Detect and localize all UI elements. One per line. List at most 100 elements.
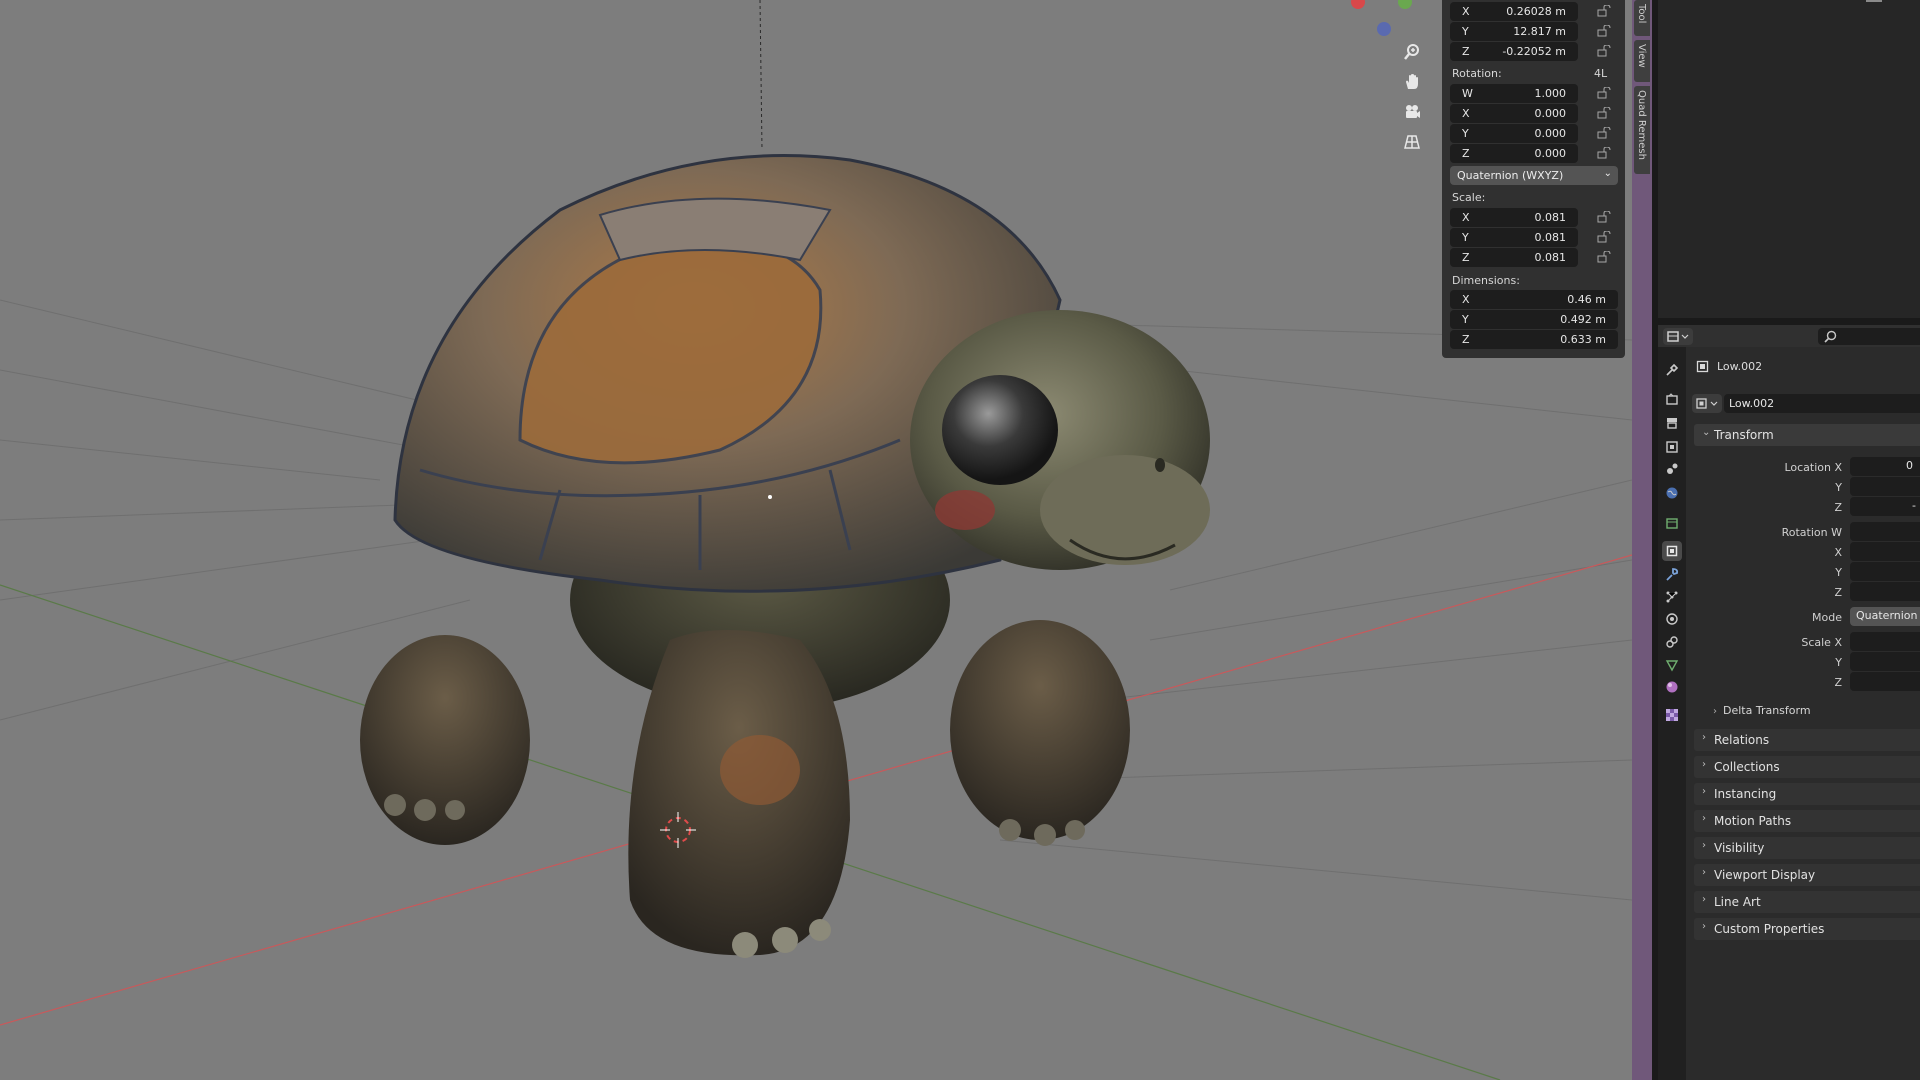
3d-viewport[interactable]: X 0.26028 m Y 12.817 m Z -0.22052 m Rotatio… bbox=[0, 0, 1632, 1080]
tool-tab-icon[interactable] bbox=[1662, 360, 1682, 380]
world-tab-icon[interactable] bbox=[1662, 483, 1682, 503]
object-tab-icon[interactable] bbox=[1662, 541, 1682, 561]
location-x-input[interactable]: 0 bbox=[1850, 457, 1920, 476]
blender-window: X 0.26028 m Y 12.817 m Z -0.22052 m Rotatio… bbox=[0, 0, 1920, 1080]
rotation-label: Rotation: bbox=[1452, 67, 1502, 80]
tab-tool[interactable]: Tool bbox=[1634, 0, 1650, 36]
chevron-right-icon: › bbox=[1702, 840, 1706, 851]
zoom-icon[interactable] bbox=[1400, 40, 1424, 64]
lock-icon[interactable] bbox=[1597, 147, 1611, 159]
lock-icon[interactable] bbox=[1597, 87, 1611, 99]
scale-z-field[interactable]: Z 0.081 bbox=[1450, 248, 1578, 267]
rotation-z-input[interactable] bbox=[1850, 582, 1920, 601]
lock-icon[interactable] bbox=[1597, 211, 1611, 223]
object-name-field[interactable]: Low.002 bbox=[1724, 394, 1920, 413]
lock-icon[interactable] bbox=[1597, 5, 1611, 17]
search-icon bbox=[1824, 330, 1837, 343]
delta-transform-subpanel[interactable]: › Delta Transform bbox=[1713, 704, 1811, 717]
scale-x-field[interactable]: X 0.081 bbox=[1450, 208, 1578, 227]
constraints-tab-icon[interactable] bbox=[1662, 632, 1682, 652]
output-tab-icon[interactable] bbox=[1662, 413, 1682, 433]
rotation-w-input[interactable] bbox=[1850, 522, 1920, 541]
rotation-x-field[interactable]: X 0.000 bbox=[1450, 104, 1578, 123]
location-x-field[interactable]: X 0.26028 m bbox=[1450, 2, 1578, 21]
viewport-scene bbox=[0, 0, 1632, 1080]
outliner-scroll-hint bbox=[1866, 0, 1882, 2]
location-y-input[interactable] bbox=[1850, 477, 1920, 496]
lock-icon[interactable] bbox=[1597, 107, 1611, 119]
data-tab-icon[interactable] bbox=[1662, 655, 1682, 675]
scale-y-field[interactable]: Y 0.081 bbox=[1450, 228, 1578, 247]
properties-header bbox=[1658, 325, 1920, 347]
dimensions-label: Dimensions: bbox=[1452, 274, 1520, 287]
scene-tab-icon[interactable] bbox=[1662, 459, 1682, 479]
turtle-model[interactable] bbox=[360, 154, 1210, 958]
tab-quad-remesh[interactable]: Quad Remesh bbox=[1634, 86, 1650, 174]
outliner[interactable] bbox=[1658, 0, 1920, 318]
relationship-line bbox=[759, 0, 763, 151]
tab-view[interactable]: View bbox=[1634, 40, 1650, 82]
location-z-field[interactable]: Z -0.22052 m bbox=[1450, 42, 1578, 61]
particles-tab-icon[interactable] bbox=[1662, 587, 1682, 607]
scale-y-input[interactable] bbox=[1850, 652, 1920, 671]
rotation-x-label: X bbox=[1834, 546, 1842, 559]
rotation-z-label: Z bbox=[1834, 586, 1842, 599]
chevron-right-icon: › bbox=[1702, 759, 1706, 770]
chevron-right-icon: › bbox=[1713, 706, 1717, 717]
scale-z-label: Z bbox=[1834, 676, 1842, 689]
rotation-x-input[interactable] bbox=[1850, 542, 1920, 561]
collections-panel[interactable]: › Collections bbox=[1694, 756, 1920, 778]
rotation-z-field[interactable]: Z 0.000 bbox=[1450, 144, 1578, 163]
scale-x-label: Scale X bbox=[1801, 636, 1842, 649]
rotation-mode-dropdown[interactable]: Quaternion (WXYZ) ⌄ bbox=[1450, 166, 1618, 185]
physics-tab-icon[interactable] bbox=[1662, 609, 1682, 629]
lock-icon[interactable] bbox=[1597, 127, 1611, 139]
lock-icon[interactable] bbox=[1597, 45, 1611, 57]
visibility-panel[interactable]: › Visibility bbox=[1694, 837, 1920, 859]
texture-tab-icon[interactable] bbox=[1662, 705, 1682, 725]
sidebar-tabs: Tool View Quad Remesh bbox=[1632, 0, 1652, 1080]
navigation-gizmo[interactable] bbox=[1351, 0, 1412, 36]
line-art-panel[interactable]: › Line Art bbox=[1694, 891, 1920, 913]
object-icon bbox=[1696, 358, 1709, 373]
render-tab-icon[interactable] bbox=[1662, 389, 1682, 409]
chevron-right-icon: › bbox=[1702, 732, 1706, 743]
location-y-field[interactable]: Y 12.817 m bbox=[1450, 22, 1578, 41]
relations-panel[interactable]: › Relations bbox=[1694, 729, 1920, 751]
chevron-right-icon: › bbox=[1702, 894, 1706, 905]
instancing-panel[interactable]: › Instancing bbox=[1694, 783, 1920, 805]
location-z-input[interactable]: - bbox=[1850, 497, 1920, 516]
viewport-display-panel[interactable]: › Viewport Display bbox=[1694, 864, 1920, 886]
sidebar-item-transform-panel: X 0.26028 m Y 12.817 m Z -0.22052 m Rotatio… bbox=[1442, 0, 1625, 358]
area-divider[interactable] bbox=[1658, 318, 1920, 325]
dimensions-z-field[interactable]: Z 0.633 m bbox=[1450, 330, 1618, 349]
object-browse-button[interactable] bbox=[1692, 394, 1722, 413]
editor-type-button[interactable] bbox=[1663, 328, 1693, 345]
transform-panel-header[interactable]: ⌄ Transform bbox=[1694, 424, 1920, 446]
location-y-label: Y bbox=[1835, 481, 1842, 494]
custom-properties-panel[interactable]: › Custom Properties bbox=[1694, 918, 1920, 940]
scale-y-label: Y bbox=[1835, 656, 1842, 669]
rotation-mode-short[interactable]: 4L bbox=[1594, 67, 1607, 80]
camera-icon[interactable] bbox=[1400, 100, 1424, 124]
rotation-y-field[interactable]: Y 0.000 bbox=[1450, 124, 1578, 143]
modifier-tab-icon[interactable] bbox=[1662, 565, 1682, 585]
rotation-mode-select[interactable]: Quaternion ( bbox=[1850, 607, 1920, 626]
rotation-w-field[interactable]: W 1.000 bbox=[1450, 84, 1578, 103]
motion-paths-panel[interactable]: › Motion Paths bbox=[1694, 810, 1920, 832]
lock-icon[interactable] bbox=[1597, 25, 1611, 37]
collection-tab-icon[interactable] bbox=[1662, 513, 1682, 533]
dimensions-x-field[interactable]: X 0.46 m bbox=[1450, 290, 1618, 309]
chevron-down-icon: ⌄ bbox=[1702, 427, 1711, 438]
scale-x-input[interactable] bbox=[1850, 632, 1920, 651]
scale-z-input[interactable] bbox=[1850, 672, 1920, 691]
material-tab-icon[interactable] bbox=[1662, 677, 1682, 697]
hand-icon[interactable] bbox=[1400, 70, 1424, 94]
dimensions-y-field[interactable]: Y 0.492 m bbox=[1450, 310, 1618, 329]
grid-icon[interactable] bbox=[1400, 130, 1424, 154]
lock-icon[interactable] bbox=[1597, 231, 1611, 243]
search-input[interactable] bbox=[1818, 328, 1920, 345]
rotation-y-input[interactable] bbox=[1850, 562, 1920, 581]
view-layer-tab-icon[interactable] bbox=[1662, 437, 1682, 457]
lock-icon[interactable] bbox=[1597, 251, 1611, 263]
